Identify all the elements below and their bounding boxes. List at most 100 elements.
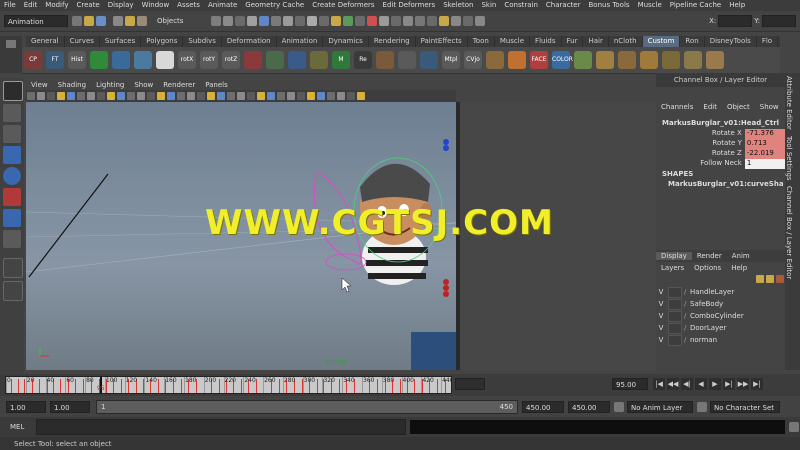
new-layer-selected-icon[interactable] bbox=[766, 275, 774, 283]
layer-type-toggle[interactable] bbox=[668, 286, 682, 298]
status-tool-1-icon[interactable] bbox=[211, 16, 221, 26]
new-layer-icon[interactable] bbox=[756, 275, 764, 283]
layer-name[interactable]: ComboCylinder bbox=[690, 312, 744, 320]
status-tool-16-icon[interactable] bbox=[391, 16, 401, 26]
shelf-tab-fluids[interactable]: Fluids bbox=[530, 36, 562, 47]
side-tab-tool-settings[interactable]: Tool Settings bbox=[785, 133, 793, 184]
menu-window[interactable]: Window bbox=[142, 0, 170, 11]
playback-button-1[interactable]: |◀ bbox=[653, 378, 665, 390]
shelf-button-17-icon[interactable] bbox=[376, 51, 394, 69]
shelf-button-10-icon[interactable]: rotZ bbox=[222, 51, 240, 69]
select-hierarchy-icon[interactable] bbox=[113, 16, 123, 26]
playback-button-7[interactable]: ▶▶ bbox=[737, 378, 749, 390]
panel-tool-8-icon[interactable] bbox=[97, 92, 105, 100]
playback-start-field[interactable]: 1.00 bbox=[50, 401, 90, 413]
panel-tool-4-icon[interactable] bbox=[57, 92, 65, 100]
attribute-value[interactable]: -71.376 bbox=[744, 129, 785, 139]
shelf-tab-ron[interactable]: Ron bbox=[680, 36, 705, 47]
layer-menu-help[interactable]: Help bbox=[731, 264, 747, 272]
panel-tool-16-icon[interactable] bbox=[177, 92, 185, 100]
menu-modify[interactable]: Modify bbox=[45, 0, 68, 11]
status-tool-23-icon[interactable] bbox=[475, 16, 485, 26]
shelf-button-26-icon[interactable] bbox=[574, 51, 592, 69]
shelf-button-2-icon[interactable]: FT bbox=[46, 51, 64, 69]
status-tool-7-icon[interactable] bbox=[283, 16, 293, 26]
panel-tool-19-icon[interactable] bbox=[207, 92, 215, 100]
attribute-value[interactable]: 0.713 bbox=[744, 139, 785, 149]
layer-type-toggle[interactable] bbox=[668, 298, 682, 310]
shelf-tab-subdivs[interactable]: Subdivs bbox=[183, 36, 222, 47]
menu-help[interactable]: Help bbox=[729, 0, 745, 11]
panel-tool-2-icon[interactable] bbox=[37, 92, 45, 100]
shelf-tab-painteffects[interactable]: PaintEffects bbox=[416, 36, 468, 47]
y-field[interactable] bbox=[762, 15, 796, 27]
panel-tool-27-icon[interactable] bbox=[287, 92, 295, 100]
side-tab-attribute-editor[interactable]: Attribute Editor bbox=[785, 73, 793, 133]
shelf-button-30-icon[interactable] bbox=[662, 51, 680, 69]
paint-select-icon[interactable] bbox=[3, 125, 21, 143]
layer-tab-render[interactable]: Render bbox=[692, 252, 727, 260]
shelf-button-12-icon[interactable] bbox=[266, 51, 284, 69]
character-markus[interactable] bbox=[360, 163, 460, 370]
layer-name[interactable]: HandleLayer bbox=[690, 288, 734, 296]
lasso-tool-icon[interactable] bbox=[3, 104, 21, 122]
shelf-tab-rendering[interactable]: Rendering bbox=[369, 36, 416, 47]
playback-button-6[interactable]: ▶| bbox=[723, 378, 735, 390]
status-tool-19-icon[interactable] bbox=[427, 16, 437, 26]
panel-tool-18-icon[interactable] bbox=[197, 92, 205, 100]
layer-menu-options[interactable]: Options bbox=[694, 264, 721, 272]
panel-tool-22-icon[interactable] bbox=[237, 92, 245, 100]
menu-skeleton[interactable]: Skeleton bbox=[443, 0, 473, 11]
panel-tool-32-icon[interactable] bbox=[337, 92, 345, 100]
channel-menu-object[interactable]: Object bbox=[727, 103, 750, 111]
select-component-icon[interactable] bbox=[137, 16, 147, 26]
shelf-tab-disneytools[interactable]: DisneyTools bbox=[705, 36, 757, 47]
panel-menu-shading[interactable]: Shading bbox=[58, 80, 86, 90]
shelf-button-14-icon[interactable] bbox=[310, 51, 328, 69]
end-time-field[interactable]: 450.00 bbox=[568, 401, 610, 413]
panel-tool-12-icon[interactable] bbox=[137, 92, 145, 100]
menu-create[interactable]: Create bbox=[76, 0, 99, 11]
shelf-tab-deformation[interactable]: Deformation bbox=[222, 36, 277, 47]
shelf-button-8-icon[interactable]: rotX bbox=[178, 51, 196, 69]
status-tool-18-icon[interactable] bbox=[415, 16, 425, 26]
move-selected-icon[interactable] bbox=[776, 275, 784, 283]
attribute-label[interactable]: Follow Neck bbox=[656, 159, 745, 169]
attribute-label[interactable]: Rotate Y bbox=[656, 139, 745, 149]
menu-muscle[interactable]: Muscle bbox=[638, 0, 662, 11]
range-slider[interactable]: 1 450 bbox=[96, 400, 518, 414]
status-tool-2-icon[interactable] bbox=[223, 16, 233, 26]
layer-type-toggle[interactable] bbox=[668, 310, 682, 322]
status-tool-5-icon[interactable] bbox=[259, 16, 269, 26]
layer-row[interactable]: V / DoorLayer bbox=[656, 322, 785, 334]
shelf-button-28-icon[interactable] bbox=[618, 51, 636, 69]
x-field[interactable] bbox=[718, 15, 753, 27]
status-tool-12-icon[interactable] bbox=[343, 16, 353, 26]
status-tool-9-icon[interactable] bbox=[307, 16, 317, 26]
panel-tool-34-icon[interactable] bbox=[357, 92, 365, 100]
character-set-dropdown[interactable]: No Character Set bbox=[710, 401, 780, 413]
panel-menu-panels[interactable]: Panels bbox=[205, 80, 228, 90]
script-editor-icon[interactable] bbox=[789, 422, 799, 432]
panel-tool-30-icon[interactable] bbox=[317, 92, 325, 100]
shelf-tab-dynamics[interactable]: Dynamics bbox=[323, 36, 369, 47]
panel-tool-14-icon[interactable] bbox=[157, 92, 165, 100]
shelf-button-11-icon[interactable] bbox=[244, 51, 262, 69]
open-scene-icon[interactable] bbox=[84, 16, 94, 26]
layer-row[interactable]: V / norman bbox=[656, 334, 785, 346]
attribute-label[interactable]: Rotate X bbox=[656, 129, 745, 139]
shelf-tab-polygons[interactable]: Polygons bbox=[141, 36, 184, 47]
panel-tool-20-icon[interactable] bbox=[217, 92, 225, 100]
shelf-button-5-icon[interactable] bbox=[112, 51, 130, 69]
menu-create-deformers[interactable]: Create Deformers bbox=[312, 0, 374, 11]
shelf-button-13-icon[interactable] bbox=[288, 51, 306, 69]
save-scene-icon[interactable] bbox=[96, 16, 106, 26]
shelf-button-16-icon[interactable]: Re bbox=[354, 51, 372, 69]
shelf-button-7-icon[interactable] bbox=[156, 51, 174, 69]
playback-button-8[interactable]: ▶| bbox=[751, 378, 763, 390]
panel-tool-10-icon[interactable] bbox=[117, 92, 125, 100]
shelf-button-21-icon[interactable]: CVjo bbox=[464, 51, 482, 69]
menu-edit-deformers[interactable]: Edit Deformers bbox=[383, 0, 436, 11]
panel-tool-28-icon[interactable] bbox=[297, 92, 305, 100]
channel-menu-show[interactable]: Show bbox=[760, 103, 779, 111]
